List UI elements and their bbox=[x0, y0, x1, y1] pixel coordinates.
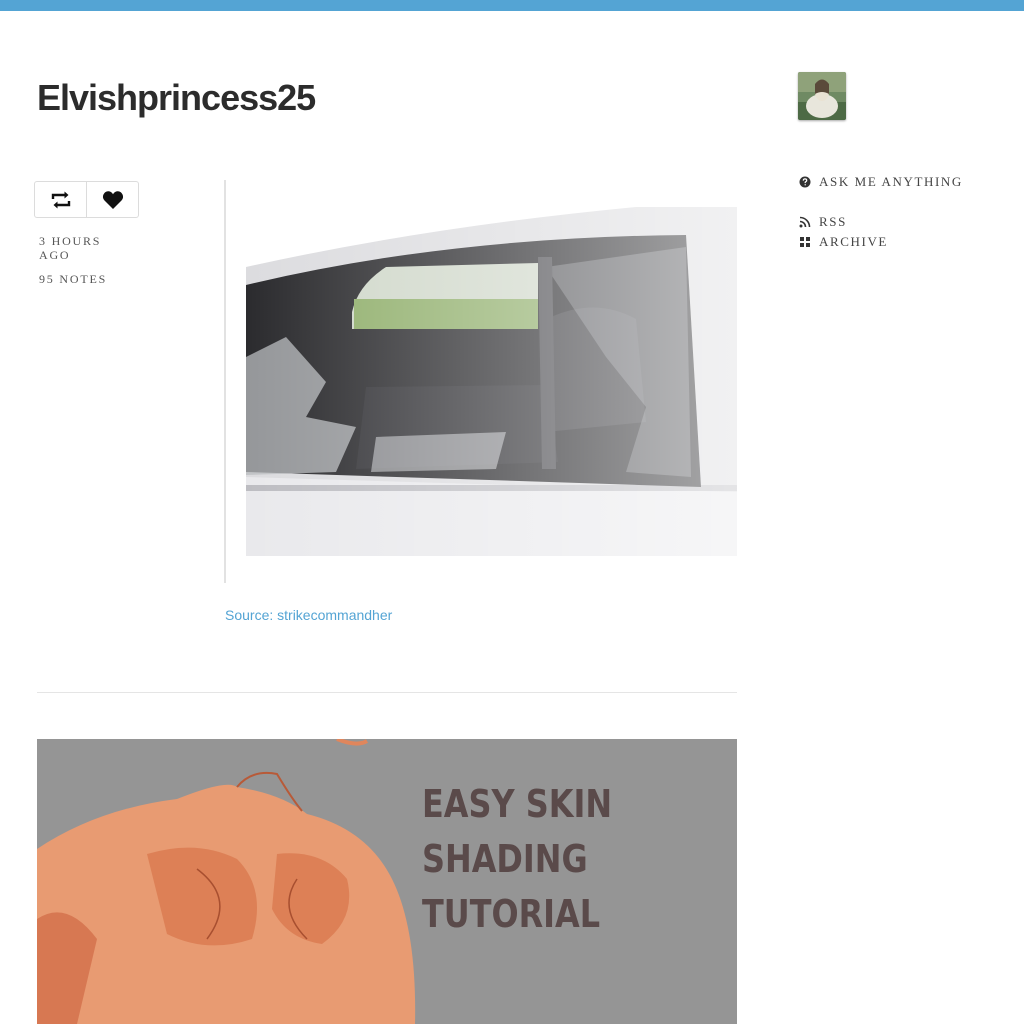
reblog-button[interactable] bbox=[35, 182, 86, 217]
avatar-image bbox=[798, 72, 846, 120]
archive-link[interactable]: ARCHIVE bbox=[799, 234, 888, 250]
rss-link[interactable]: RSS bbox=[799, 214, 847, 230]
avatar[interactable] bbox=[798, 72, 846, 120]
question-circle-icon bbox=[799, 176, 811, 188]
heart-icon bbox=[102, 190, 123, 209]
reblog-icon bbox=[51, 191, 70, 208]
post-timestamp[interactable]: 3 HOURS AGO bbox=[39, 234, 129, 262]
rss-label: RSS bbox=[819, 214, 847, 229]
archive-label: ARCHIVE bbox=[819, 234, 888, 249]
archive-grid-icon bbox=[799, 236, 811, 248]
rss-icon bbox=[799, 216, 811, 228]
source-link[interactable]: Source: strikecommandher bbox=[225, 607, 392, 623]
ask-label: ASK ME ANYTHING bbox=[819, 174, 963, 189]
like-button[interactable] bbox=[86, 182, 138, 217]
ask-me-anything-link[interactable]: ASK ME ANYTHING bbox=[799, 174, 963, 190]
post-divider-line bbox=[224, 180, 226, 583]
post-divider bbox=[37, 692, 737, 693]
post-notes-count[interactable]: 95 NOTES bbox=[39, 272, 129, 286]
torso-drawing bbox=[37, 739, 416, 1024]
skin-shading-tutorial-image[interactable]: EASY SKIN SHADING TUTORIAL bbox=[37, 739, 737, 1024]
blog-title[interactable]: Elvishprincess25 bbox=[37, 76, 316, 120]
broken-car-window-photo[interactable] bbox=[246, 207, 737, 556]
photo-illustration bbox=[246, 207, 737, 556]
tutorial-title-text: EASY SKIN SHADING TUTORIAL bbox=[422, 782, 613, 936]
top-bar bbox=[0, 0, 1024, 11]
post-actions bbox=[34, 181, 139, 218]
